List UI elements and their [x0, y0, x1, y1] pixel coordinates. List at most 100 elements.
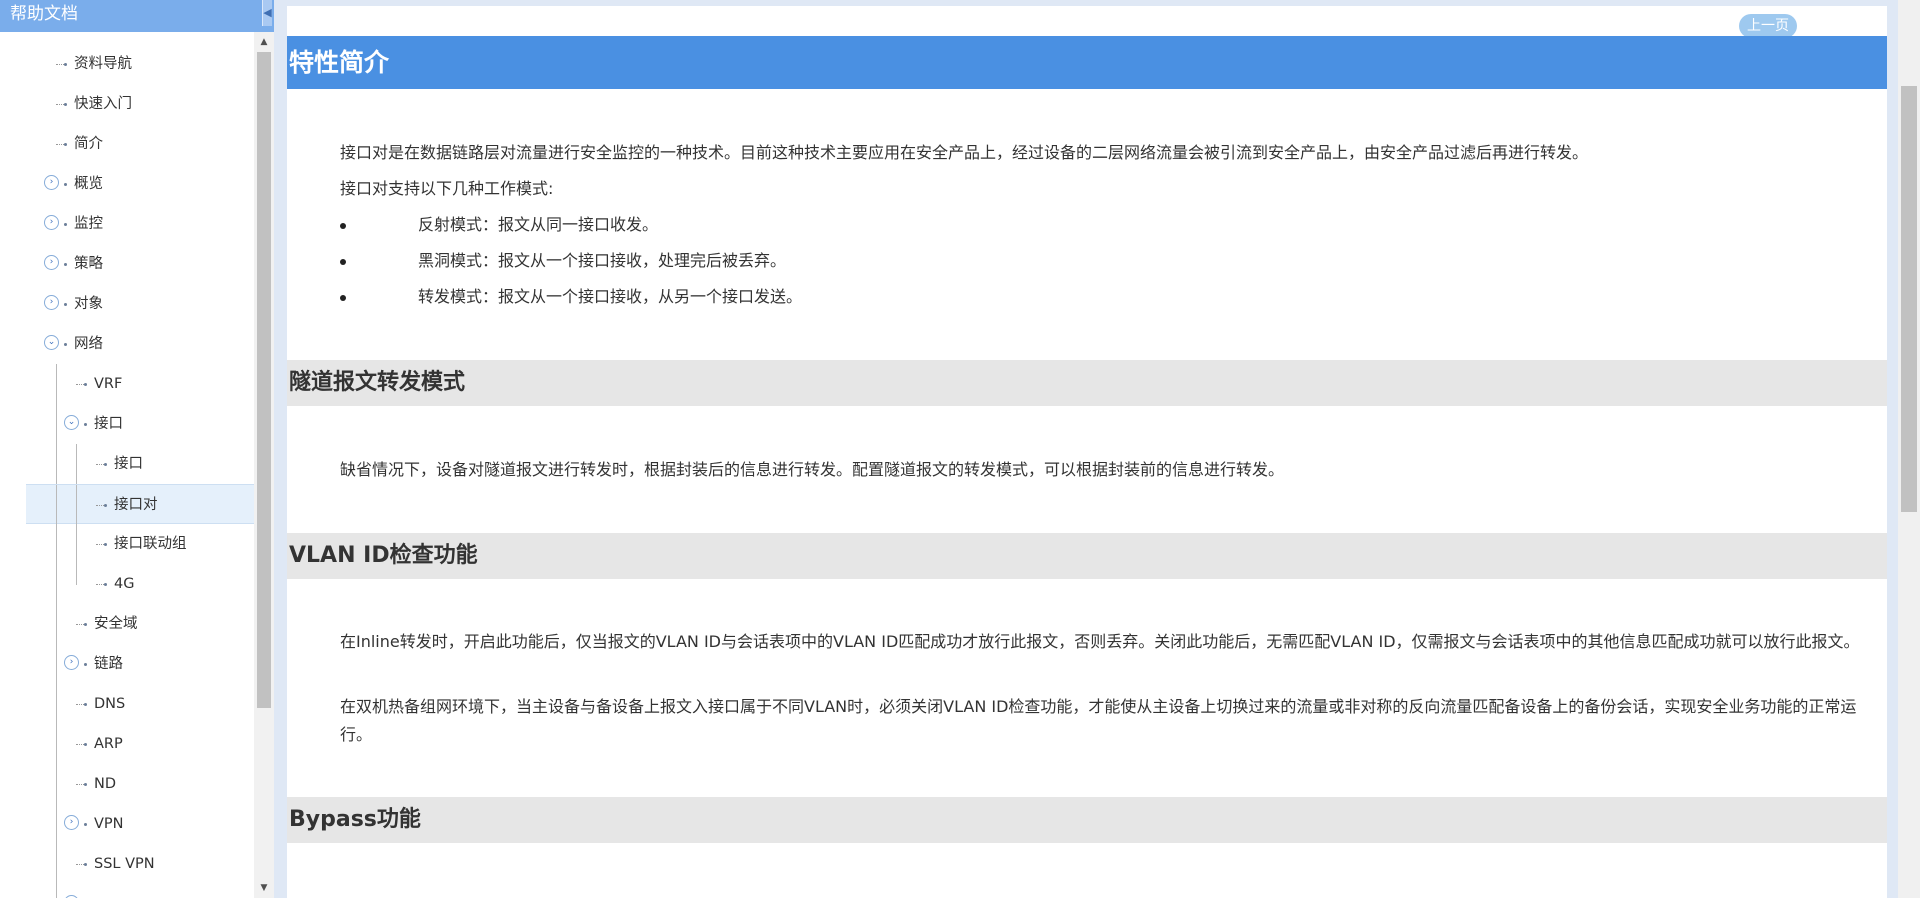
expand-node-icon[interactable]: ›: [64, 815, 79, 830]
bullet-icon: [340, 259, 346, 265]
tree-guide-line: [56, 804, 57, 844]
tree-item-label: 网络: [74, 336, 103, 352]
vlan-check-paragraph: 在Inline转发时，开启此功能后，仅当报文的VLAN ID与会话表项中的VLA…: [340, 632, 1860, 651]
tree-connector: [56, 64, 64, 65]
tree-item[interactable]: ›: [0, 884, 254, 898]
collapse-sidebar-icon[interactable]: ◀: [262, 0, 272, 26]
collapse-node-icon[interactable]: ⌄: [64, 415, 79, 430]
tree-item-label: 资料导航: [74, 56, 132, 72]
tunnel-paragraph: 缺省情况下，设备对隧道报文进行转发时，根据封装后的信息进行转发。配置隧道报文的转…: [340, 460, 1285, 479]
mode-text: 反射模式：报文从同一接口收发。: [418, 215, 659, 234]
tree-item[interactable]: ⌄ 网络: [0, 324, 254, 364]
mode-text: 转发模式：报文从一个接口接收，从另一个接口发送。: [418, 287, 803, 306]
tree-connector: [56, 104, 64, 105]
tree-dot-icon: [84, 663, 87, 666]
sidebar-scrollbar[interactable]: ▲ ▼: [254, 32, 274, 898]
tree-item[interactable]: › 概览: [0, 164, 254, 204]
tree-item[interactable]: › 监控: [0, 204, 254, 244]
prev-page-button[interactable]: 上一页: [1739, 14, 1797, 38]
tree-connector: [96, 464, 104, 465]
tree-item[interactable]: › 对象: [0, 284, 254, 324]
tree-item-label: 监控: [74, 216, 103, 232]
collapse-node-icon[interactable]: ⌄: [44, 335, 59, 350]
section-heading-bypass: Bypass功能: [287, 797, 1887, 843]
tree-item[interactable]: 简介: [0, 124, 254, 164]
tree-dot-icon: [64, 103, 67, 106]
tree-dot-icon: [64, 143, 67, 146]
tree-item[interactable]: VRF: [0, 364, 254, 404]
tree-guide-line: [56, 364, 57, 404]
scroll-up-icon[interactable]: ▲: [254, 34, 274, 50]
tree-guide-line: [76, 444, 77, 484]
intro-paragraph: 接口对是在数据链路层对流量进行安全监控的一种技术。目前这种技术主要应用在安全产品…: [340, 143, 1589, 162]
tree-dot-icon: [84, 823, 87, 826]
tree-item-label: 接口: [94, 416, 123, 432]
sidebar-scroll-thumb[interactable]: [257, 52, 271, 708]
tree-connector: [76, 744, 84, 745]
tree-guide-line: [76, 524, 77, 564]
tree-dot-icon: [64, 263, 67, 266]
tree-connector: [76, 784, 84, 785]
tree-item-label: SSL VPN: [94, 856, 155, 872]
sidebar-header: 帮助文档 ◀: [0, 0, 274, 32]
tree-guide-line: [56, 604, 57, 644]
help-content: 上一页 特性简介 接口对是在数据链路层对流量进行安全监控的一种技术。目前这种技术…: [287, 6, 1887, 898]
mode-text: 黑洞模式：报文从一个接口接收，处理完后被丢弃。: [418, 251, 787, 270]
intro-modes-lead: 接口对支持以下几种工作模式:: [340, 179, 554, 198]
tree-item[interactable]: 安全域: [0, 604, 254, 644]
expand-node-icon[interactable]: ›: [44, 175, 59, 190]
tree-guide-line: [56, 524, 57, 564]
tree-connector: [96, 584, 104, 585]
content-scroll-thumb[interactable]: [1901, 86, 1917, 512]
tree-item[interactable]: 接口对: [26, 484, 254, 525]
expand-node-icon[interactable]: ›: [64, 655, 79, 670]
scroll-down-icon[interactable]: ▼: [254, 880, 274, 896]
content-scrollbar[interactable]: [1898, 0, 1920, 898]
tree-item[interactable]: › 策略: [0, 244, 254, 284]
tree-connector: [76, 704, 84, 705]
tree-item-label: VRF: [94, 376, 123, 392]
tree-item[interactable]: ND: [0, 764, 254, 804]
tree-item[interactable]: 接口联动组: [0, 524, 254, 564]
vlan-check-paragraph: 在双机热备组网环境下，当主设备与备设备上报文入接口属于不同VLAN时，必须关闭V…: [340, 697, 1857, 744]
expand-node-icon[interactable]: ›: [44, 295, 59, 310]
tree-item[interactable]: 接口: [0, 444, 254, 484]
tree-dot-icon: [104, 543, 107, 546]
expand-node-icon[interactable]: ›: [44, 215, 59, 230]
tree-dot-icon: [104, 463, 107, 466]
tree-item[interactable]: 资料导航: [0, 44, 254, 84]
tree-item-label: ARP: [94, 736, 123, 752]
tree-guide-line: [56, 404, 57, 444]
tree-item-label: 接口对: [114, 497, 158, 513]
tree-dot-icon: [84, 623, 87, 626]
tree-item-label: VPN: [94, 816, 124, 832]
tree-guide-line: [56, 644, 57, 684]
tree-item-label: ND: [94, 776, 117, 792]
tree-connector: [76, 864, 84, 865]
tree-dot-icon: [84, 703, 87, 706]
tree-item[interactable]: 快速入门: [0, 84, 254, 124]
tree-guide-line: [76, 485, 77, 525]
page-title: 特性简介: [287, 36, 1887, 89]
tree-dot-icon: [64, 63, 67, 66]
tree-guide-line: [56, 724, 57, 764]
tree-item[interactable]: 4G: [0, 564, 254, 604]
tree-item[interactable]: DNS: [0, 684, 254, 724]
help-sidebar: 帮助文档 ◀ 资料导航 快速入门 简介 › 概览 › 监控 › 策略 › 对象 ⌄ 网络 VRF ⌄ 接口 接口…: [0, 0, 274, 898]
tree-item[interactable]: › 链路: [0, 644, 254, 684]
tree-guide-line: [56, 844, 57, 884]
tree-connector: [96, 505, 104, 506]
tree-item[interactable]: ARP: [0, 724, 254, 764]
tree-item[interactable]: › VPN: [0, 804, 254, 844]
tree-item[interactable]: SSL VPN: [0, 844, 254, 884]
tree-guide-line: [56, 485, 57, 525]
tree-item[interactable]: ⌄ 接口: [0, 404, 254, 444]
tree-dot-icon: [84, 743, 87, 746]
tree-dot-icon: [64, 223, 67, 226]
tree-item-label: 对象: [74, 296, 103, 312]
expand-node-icon[interactable]: ›: [44, 255, 59, 270]
help-tree: 资料导航 快速入门 简介 › 概览 › 监控 › 策略 › 对象 ⌄ 网络 VRF ⌄ 接口 接口 接口对 接口联动…: [0, 32, 254, 898]
tree-item-label: 链路: [94, 656, 123, 672]
tree-dot-icon: [84, 863, 87, 866]
tree-item-label: 接口联动组: [114, 536, 187, 552]
